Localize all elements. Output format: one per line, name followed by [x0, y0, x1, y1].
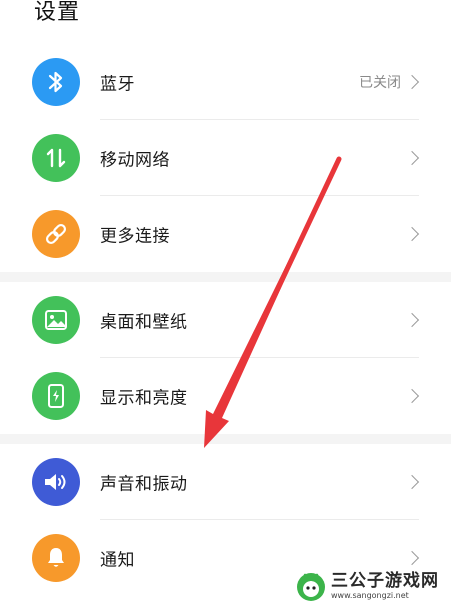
bluetooth-icon: [32, 58, 80, 106]
settings-item-desktop-wallpaper[interactable]: 桌面和壁纸: [0, 282, 451, 358]
group-separator: [0, 272, 451, 282]
settings-item-label: 移动网络: [100, 150, 170, 171]
settings-item-mobile-network[interactable]: 移动网络: [0, 120, 451, 196]
watermark: 三公子游戏网 www.sangongzi.net: [295, 569, 445, 603]
chevron-right-icon: [404, 474, 420, 490]
chevron-right-icon: [404, 312, 420, 328]
settings-item-label: 蓝牙: [100, 74, 135, 95]
speaker-icon: [32, 458, 80, 506]
chevron-right-icon: [404, 226, 420, 242]
link-icon: [32, 210, 80, 258]
bluetooth-status: 已关闭: [359, 75, 401, 91]
chevron-right-icon: [404, 74, 420, 90]
image-icon: [32, 296, 80, 344]
watermark-logo-icon: [297, 573, 325, 601]
settings-item-sound-vibration[interactable]: 声音和振动: [0, 444, 451, 520]
settings-item-more-connections[interactable]: 更多连接: [0, 196, 451, 272]
page-title: 设置: [34, 0, 81, 25]
group-separator: [0, 434, 451, 444]
phone-brightness-icon: [32, 372, 80, 420]
chevron-right-icon: [404, 150, 420, 166]
settings-item-label: 更多连接: [100, 226, 170, 247]
watermark-title: 三公子游戏网: [331, 570, 439, 591]
chevron-right-icon: [404, 550, 420, 566]
settings-item-display-brightness[interactable]: 显示和亮度: [0, 358, 451, 434]
watermark-url: www.sangongzi.net: [331, 590, 409, 600]
settings-item-label: 通知: [100, 550, 135, 571]
settings-group-connectivity: 蓝牙 已关闭 移动网络 更多连接: [0, 44, 451, 272]
mobile-data-icon: [32, 134, 80, 182]
bell-icon: [32, 534, 80, 582]
settings-item-label: 声音和振动: [100, 474, 188, 495]
settings-item-label: 显示和亮度: [100, 388, 188, 409]
settings-item-bluetooth[interactable]: 蓝牙 已关闭: [0, 44, 451, 120]
settings-group-display: 桌面和壁纸 显示和亮度: [0, 282, 451, 434]
chevron-right-icon: [404, 388, 420, 404]
settings-item-label: 桌面和壁纸: [100, 312, 188, 333]
